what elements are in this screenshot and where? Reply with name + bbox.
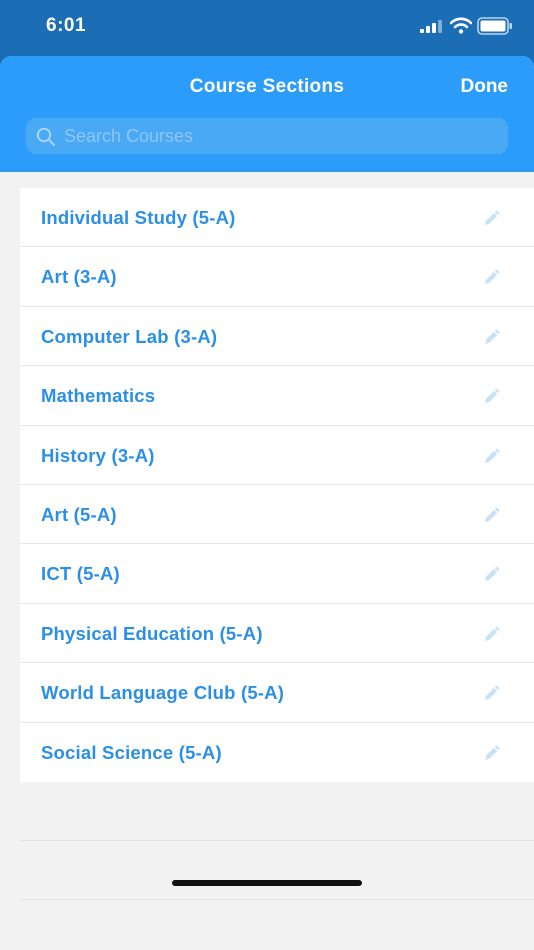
pencil-icon[interactable] bbox=[482, 564, 502, 584]
course-item[interactable]: Mathematics bbox=[20, 366, 534, 426]
course-list: Individual Study (5-A) Art (3-A) Compute… bbox=[20, 188, 534, 782]
course-label: ICT (5-A) bbox=[41, 563, 120, 585]
course-sections-sheet: Course Sections Done Individual Study (5… bbox=[0, 56, 534, 950]
pencil-icon[interactable] bbox=[482, 446, 502, 466]
battery-icon bbox=[477, 17, 512, 35]
search-icon bbox=[36, 127, 56, 147]
search-input[interactable] bbox=[64, 118, 494, 154]
pencil-icon[interactable] bbox=[482, 743, 502, 763]
pencil-icon[interactable] bbox=[482, 386, 502, 406]
course-item[interactable]: History (3-A) bbox=[20, 426, 534, 485]
course-label: Individual Study (5-A) bbox=[41, 207, 236, 228]
search-bar[interactable] bbox=[26, 118, 508, 154]
empty-row-divider bbox=[20, 899, 534, 900]
status-bar: 6:01 bbox=[0, 0, 534, 56]
pencil-icon[interactable] bbox=[482, 683, 502, 703]
empty-row-divider bbox=[20, 840, 534, 841]
course-item[interactable]: Individual Study (5-A) bbox=[20, 188, 534, 248]
course-item[interactable]: Art (3-A) bbox=[20, 247, 534, 307]
course-label: Mathematics bbox=[41, 385, 156, 407]
course-item[interactable]: Computer Lab (3-A) bbox=[20, 307, 534, 367]
course-label: Physical Education (5-A) bbox=[41, 622, 263, 644]
course-label: World Language Club (5-A) bbox=[41, 682, 285, 704]
course-label: Social Science (5-A) bbox=[41, 741, 222, 763]
pencil-icon[interactable] bbox=[482, 267, 502, 287]
course-label: Art (5-A) bbox=[41, 503, 117, 525]
course-label: Computer Lab (3-A) bbox=[41, 325, 218, 347]
pencil-icon[interactable] bbox=[482, 505, 502, 525]
course-label: History (3-A) bbox=[41, 444, 155, 466]
pencil-icon[interactable] bbox=[482, 624, 502, 644]
home-indicator bbox=[172, 880, 362, 886]
signal-icon bbox=[420, 20, 442, 33]
wifi-icon bbox=[450, 17, 472, 34]
done-button[interactable]: Done bbox=[461, 76, 509, 98]
status-time: 6:01 bbox=[46, 15, 87, 36]
course-item[interactable]: Art (5-A) bbox=[20, 485, 534, 545]
course-item[interactable]: ICT (5-A) bbox=[20, 544, 534, 604]
course-item[interactable]: Physical Education (5-A) bbox=[20, 604, 534, 664]
pencil-icon[interactable] bbox=[482, 327, 502, 347]
pencil-icon[interactable] bbox=[482, 208, 502, 228]
nav-bar: Course Sections Done bbox=[0, 56, 534, 172]
course-item[interactable]: World Language Club (5-A) bbox=[20, 663, 534, 723]
page-title: Course Sections bbox=[189, 76, 345, 97]
course-item[interactable]: Social Science (5-A) bbox=[20, 723, 534, 782]
course-label: Art (3-A) bbox=[41, 266, 117, 288]
